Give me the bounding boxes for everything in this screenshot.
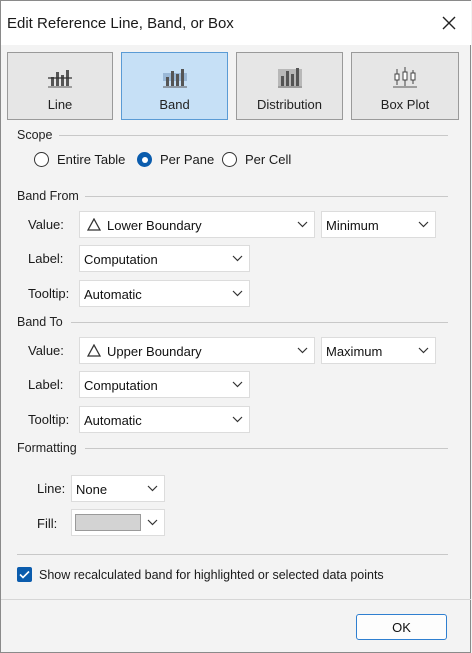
ok-button[interactable]: OK [356,614,447,640]
band-from-label-value: Computation [84,252,158,267]
band-from-value-label: Value: [28,217,64,232]
footer-divider [1,599,471,600]
scope-per-pane-radio[interactable]: Per Pane [137,152,214,167]
dialog-title: Edit Reference Line, Band, or Box [7,15,234,32]
scope-per-cell-label: Per Cell [245,152,292,167]
band-to-aggregation: Maximum [326,344,383,359]
fill-label: Fill: [37,516,58,531]
type-distribution-label: Distribution [256,97,323,112]
band-to-tooltip-label: Tooltip: [28,412,70,427]
band-from-value-dropdown[interactable]: Lower Boundary [79,211,315,238]
band-from-tooltip-dropdown[interactable]: Automatic [79,280,250,307]
reference-line-icon [48,70,72,88]
line-style-dropdown[interactable]: None [71,475,165,502]
band-to-value-label: Value: [28,343,64,358]
recalculated-band-checkbox[interactable]: Show recalculated band for highlighted o… [17,567,384,582]
radio-circle [222,152,237,167]
type-distribution-button[interactable]: Distribution [236,52,343,120]
band-from-value: Lower Boundary [107,218,202,233]
band-to-heading: Band To [17,315,63,329]
band-from-tooltip-label: Tooltip: [28,286,70,301]
formatting-divider [85,448,448,449]
triangle-icon [87,218,101,231]
line-style-label: Line: [37,481,66,496]
close-button[interactable] [435,9,463,37]
band-to-label-dropdown[interactable]: Computation [79,371,250,398]
chevron-down-icon [297,221,308,228]
options-divider [17,554,448,555]
type-line-button[interactable]: Line [7,52,113,120]
band-to-tooltip-dropdown[interactable]: Automatic [79,406,250,433]
band-from-label-label: Label: [28,251,64,266]
chevron-down-icon [147,485,158,492]
chevron-down-icon [418,221,429,228]
scope-entire-table-label: Entire Table [57,152,126,167]
box-plot-icon [393,67,417,88]
band-from-heading: Band From [17,189,79,203]
chevron-down-icon [418,347,429,354]
scope-heading: Scope [17,128,53,142]
reference-band-icon [162,69,187,88]
radio-circle-selected [137,152,152,167]
title-bar: Edit Reference Line, Band, or Box [1,1,471,45]
type-line-label: Line [47,97,73,112]
triangle-icon [87,344,101,357]
type-band-button[interactable]: Band [121,52,228,120]
chevron-down-icon [232,290,243,297]
band-from-aggregation-dropdown[interactable]: Minimum [321,211,436,238]
recalculated-band-label: Show recalculated band for highlighted o… [39,567,384,582]
type-box-plot-button[interactable]: Box Plot [351,52,459,120]
band-from-tooltip-value: Automatic [84,287,142,302]
band-to-label-label: Label: [28,377,64,392]
checkmark-icon [19,570,30,579]
scope-entire-table-radio[interactable]: Entire Table [34,152,125,167]
chevron-down-icon [232,381,243,388]
scope-per-pane-label: Per Pane [160,152,215,167]
line-style-value: None [76,482,108,497]
type-box-plot-label: Box Plot [380,97,430,112]
scope-divider [59,135,448,136]
dialog-window: Edit Reference Line, Band, or Box Line B… [0,0,471,653]
type-band-label: Band [159,97,190,112]
radio-circle [34,152,49,167]
chevron-down-icon [297,347,308,354]
chevron-down-icon [232,255,243,262]
band-to-value-dropdown[interactable]: Upper Boundary [79,337,315,364]
fill-color-dropdown[interactable] [71,509,165,536]
band-to-value: Upper Boundary [107,344,202,359]
formatting-heading: Formatting [17,441,77,455]
fill-color-swatch [75,514,141,531]
band-from-label-dropdown[interactable]: Computation [79,245,250,272]
close-icon [442,16,456,30]
distribution-icon [277,68,302,88]
band-from-aggregation: Minimum [326,218,379,233]
band-to-tooltip-value: Automatic [84,413,142,428]
checkbox-checked [17,567,32,582]
band-to-divider [71,322,448,323]
chevron-down-icon [232,416,243,423]
band-from-divider [85,196,448,197]
band-to-label-value: Computation [84,378,158,393]
band-to-aggregation-dropdown[interactable]: Maximum [321,337,436,364]
chevron-down-icon [147,519,158,526]
scope-per-cell-radio[interactable]: Per Cell [222,152,291,167]
